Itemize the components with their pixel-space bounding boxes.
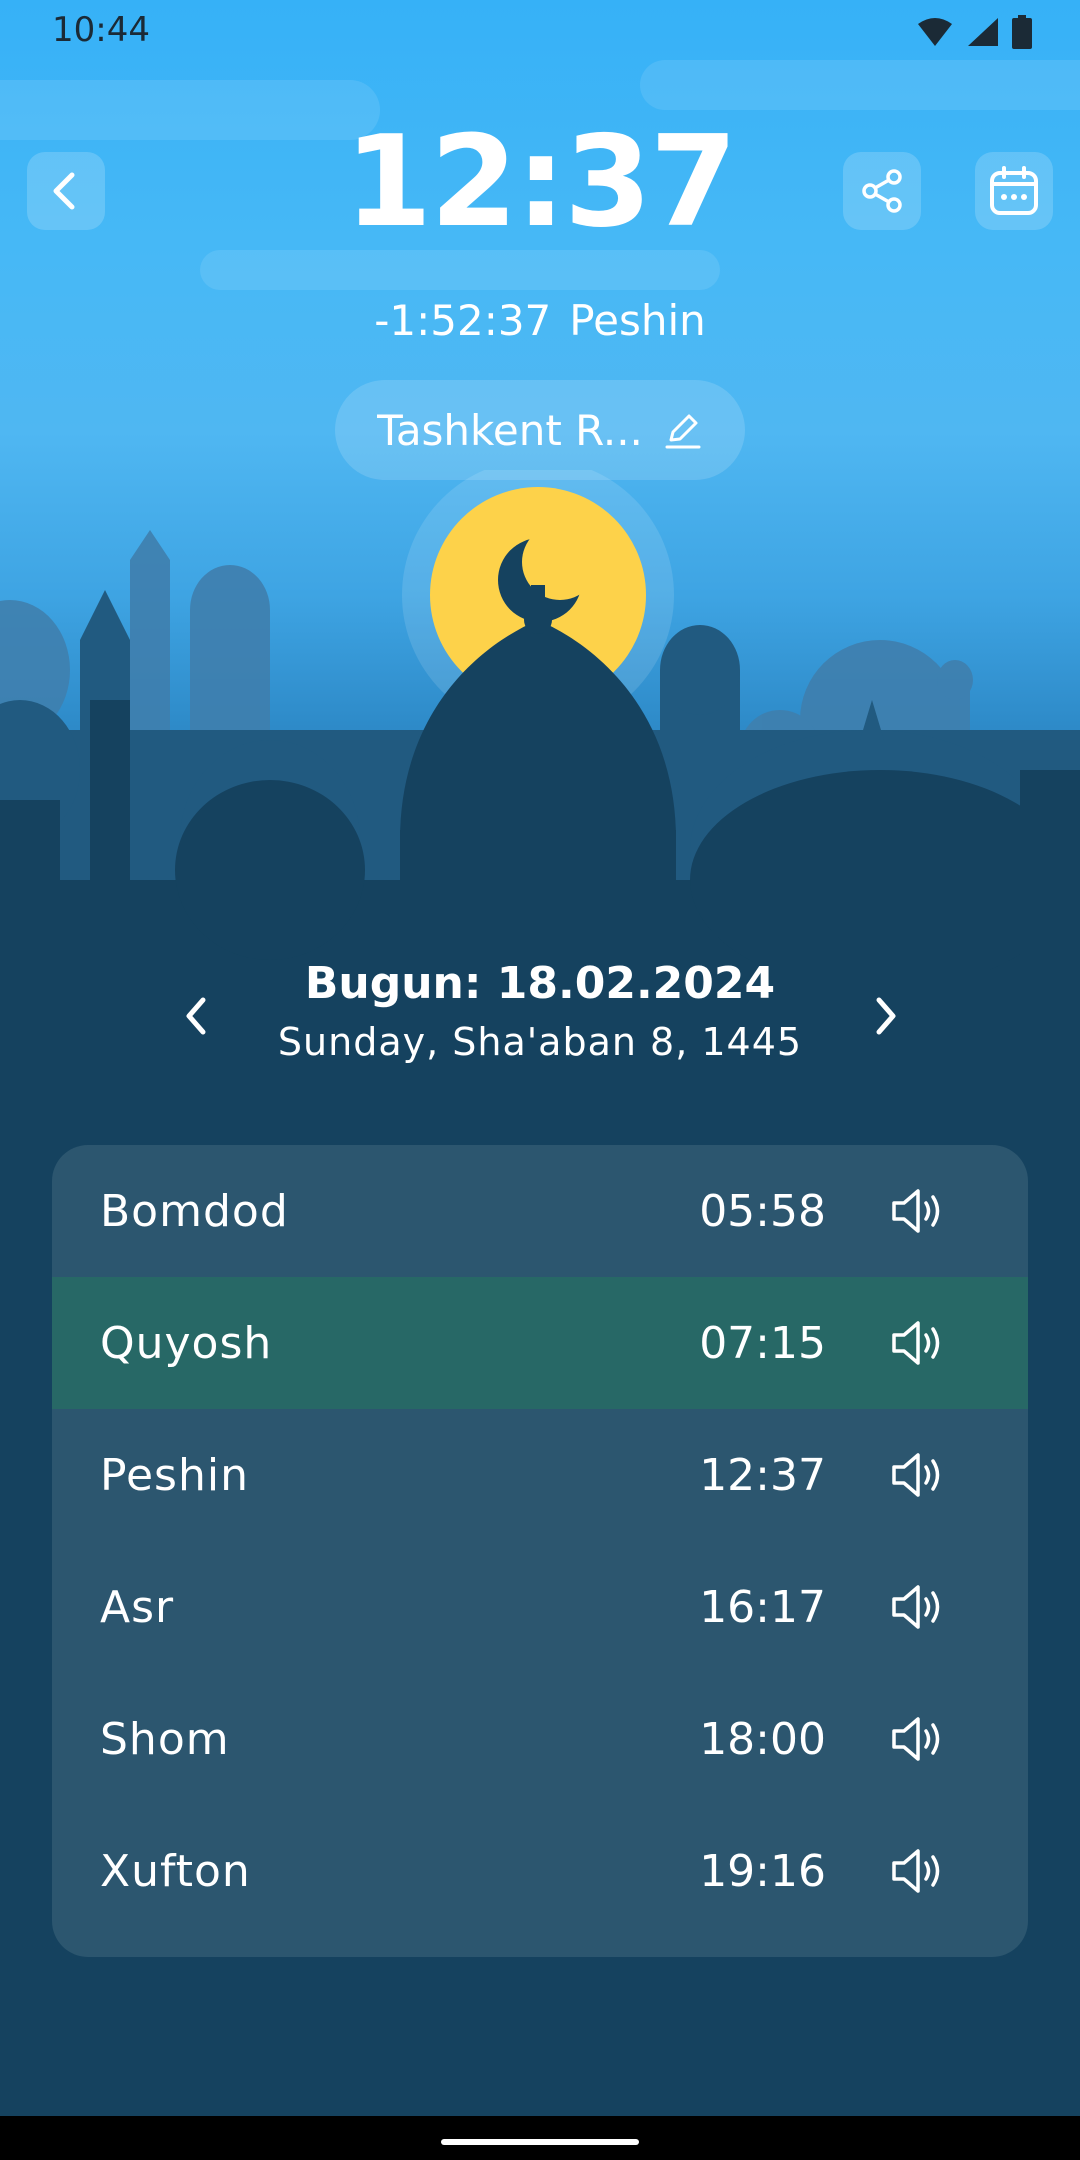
status-icons (918, 14, 1032, 50)
prayer-time: 12:37 (699, 1449, 826, 1501)
prayer-time: 16:17 (699, 1581, 826, 1633)
prayer-name: Asr (100, 1581, 175, 1633)
prayer-row-asr[interactable]: Asr 16:17 (52, 1541, 1028, 1673)
prayer-name: Bomdod (100, 1185, 289, 1237)
speaker-icon (892, 1453, 940, 1497)
status-bar: 10:44 (0, 0, 1080, 66)
prayer-time: 19:16 (699, 1845, 826, 1897)
prayer-time: 05:58 (699, 1185, 826, 1237)
prayer-row-xufton[interactable]: Xufton 19:16 (52, 1805, 1028, 1937)
pencil-icon (665, 414, 701, 449)
sound-toggle[interactable] (888, 1709, 948, 1769)
sound-toggle[interactable] (888, 1181, 948, 1241)
mosque-illustration (0, 470, 1080, 970)
prayer-time: 18:00 (699, 1713, 826, 1765)
prayer-name: Quyosh (100, 1317, 273, 1369)
navigation-bar (0, 2116, 1080, 2160)
prayer-row-shom[interactable]: Shom 18:00 (52, 1673, 1028, 1805)
wifi-icon (918, 18, 952, 46)
next-prayer-countdown: -1:52:37 Peshin (0, 296, 1080, 345)
prayer-time: 07:15 (699, 1317, 826, 1369)
next-day-button[interactable] (856, 990, 916, 1042)
speaker-icon (892, 1717, 940, 1761)
battery-icon (1012, 15, 1032, 49)
speaker-icon (892, 1189, 940, 1233)
date-subtitle: Sunday, Sha'aban 8, 1445 (277, 1020, 803, 1064)
prayer-name: Shom (100, 1713, 230, 1765)
location-selector[interactable]: Tashkent R... (335, 380, 745, 480)
sound-toggle[interactable] (888, 1445, 948, 1505)
chevron-right-icon (876, 997, 896, 1035)
prayer-row-quyosh[interactable]: Quyosh 07:15 (52, 1277, 1028, 1409)
sound-toggle[interactable] (888, 1577, 948, 1637)
prayer-row-peshin[interactable]: Peshin 12:37 (52, 1409, 1028, 1541)
date-title: Bugun: 18.02.2024 (304, 958, 776, 1009)
prayer-name: Xufton (100, 1845, 251, 1897)
current-prayer-time: 12:37 (344, 108, 737, 255)
speaker-icon (892, 1849, 940, 1893)
prayer-times-card: Bomdod 05:58 Quyosh 07:15 Peshin 12:37 A… (52, 1145, 1028, 1957)
next-prayer-name: Peshin (569, 296, 706, 345)
prayer-row-bomdod[interactable]: Bomdod 05:58 (52, 1145, 1028, 1277)
status-time: 10:44 (52, 10, 150, 50)
countdown-value: -1:52:37 (374, 296, 552, 345)
speaker-icon (892, 1585, 940, 1629)
home-handle[interactable] (441, 2139, 639, 2145)
sound-toggle[interactable] (888, 1313, 948, 1373)
signal-icon (968, 18, 998, 46)
prayer-name: Peshin (100, 1449, 249, 1501)
location-label: Tashkent R... (377, 405, 643, 455)
sound-toggle[interactable] (888, 1841, 948, 1901)
speaker-icon (892, 1321, 940, 1365)
